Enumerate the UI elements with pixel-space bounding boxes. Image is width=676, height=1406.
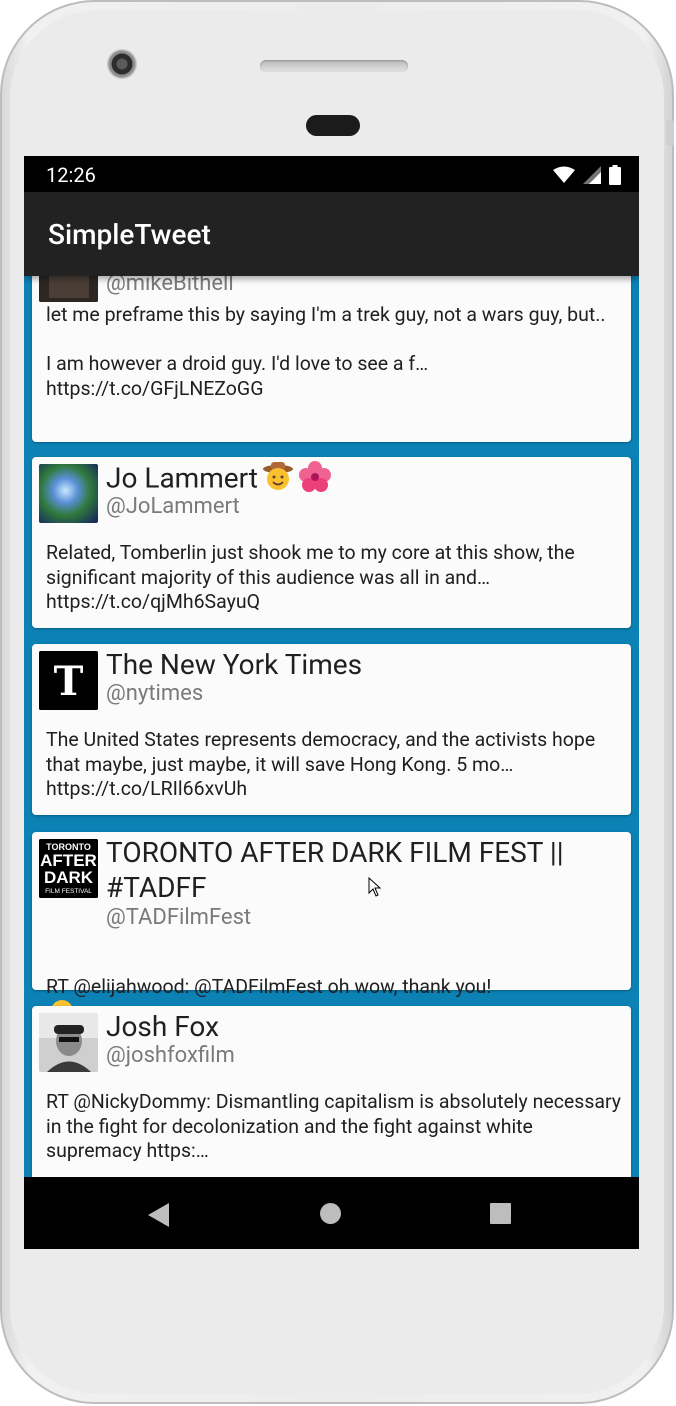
tweet-card[interactable]: Jo Lammert @JoLammert Related, Tomberlin… [32, 457, 631, 628]
timeline-feed[interactable]: @mikeBithell let me preframe this by say… [24, 276, 639, 1177]
status-time: 12:26 [46, 163, 96, 187]
cowboy-face-emoji [262, 460, 294, 500]
tweet-author-name: Josh Fox [106, 1010, 219, 1043]
avatar-text-line: DARK [44, 868, 94, 887]
tweet-card[interactable]: T The New York Times @nytimes The United… [32, 644, 631, 815]
navigation-bar [24, 1177, 639, 1249]
speaker-grill [260, 60, 408, 72]
author-name-text: Jo Lammert [106, 461, 258, 495]
app-bar: SimpleTweet [24, 192, 639, 276]
battery-icon [609, 165, 621, 185]
tweet-text-content: RT @elijahwood: @TADFilmFest oh wow, tha… [46, 974, 492, 998]
device-screen: 12:26 SimpleTweet @mikeBithell let me pr… [24, 156, 639, 1249]
earpiece [306, 115, 360, 136]
tweet-card[interactable]: TORONTO AFTER DARK FILM FESTIVAL TORONTO… [32, 832, 631, 1022]
avatar [39, 276, 98, 302]
tweet-handle: @mikeBithell [106, 276, 234, 296]
avatar [39, 464, 98, 523]
tweet-handle: @JoLammert [106, 494, 240, 519]
status-bar: 12:26 [24, 156, 639, 192]
tweet-text: let me preframe this by saying I'm a tre… [46, 303, 606, 400]
tweet-card[interactable]: @mikeBithell let me preframe this by say… [32, 276, 631, 442]
app-title: SimpleTweet [48, 218, 211, 251]
tweet-author-name: The New York Times [106, 648, 363, 681]
tweet-handle: @nytimes [106, 681, 204, 706]
recents-icon[interactable] [490, 1203, 511, 1224]
tweet-author-name: TORONTO AFTER DARK FILM FEST || #TADFF [106, 836, 564, 904]
tweet-handle: @TADFilmFest [106, 905, 252, 930]
status-icons [553, 164, 621, 186]
avatar-text-line: FILM FESTIVAL [45, 888, 92, 895]
cell-signal-icon [583, 166, 601, 184]
front-camera [107, 49, 137, 79]
power-button [666, 120, 674, 146]
phone-frame: 12:26 SimpleTweet @mikeBithell let me pr… [0, 0, 674, 1404]
home-icon[interactable] [320, 1203, 341, 1224]
nyt-logo-letter: T [54, 658, 84, 705]
wifi-icon [553, 166, 575, 183]
nyt-avatar: T [39, 651, 98, 710]
back-icon[interactable] [148, 1203, 170, 1227]
avatar [39, 1013, 98, 1072]
tweet-text: RT @NickyDommy: Dismantling capitalism i… [46, 1090, 622, 1162]
tadff-avatar: TORONTO AFTER DARK FILM FESTIVAL [39, 839, 98, 898]
tweet-text: The United States represents democracy, … [46, 728, 596, 800]
tweet-card[interactable]: Josh Fox @joshfoxfilm RT @NickyDommy: Di… [32, 1006, 631, 1177]
tweet-text: Related, Tomberlin just shook me to my c… [46, 541, 575, 613]
tweet-handle: @joshfoxfilm [106, 1043, 235, 1068]
hibiscus-emoji [298, 460, 332, 500]
mouse-cursor-icon [368, 877, 382, 897]
